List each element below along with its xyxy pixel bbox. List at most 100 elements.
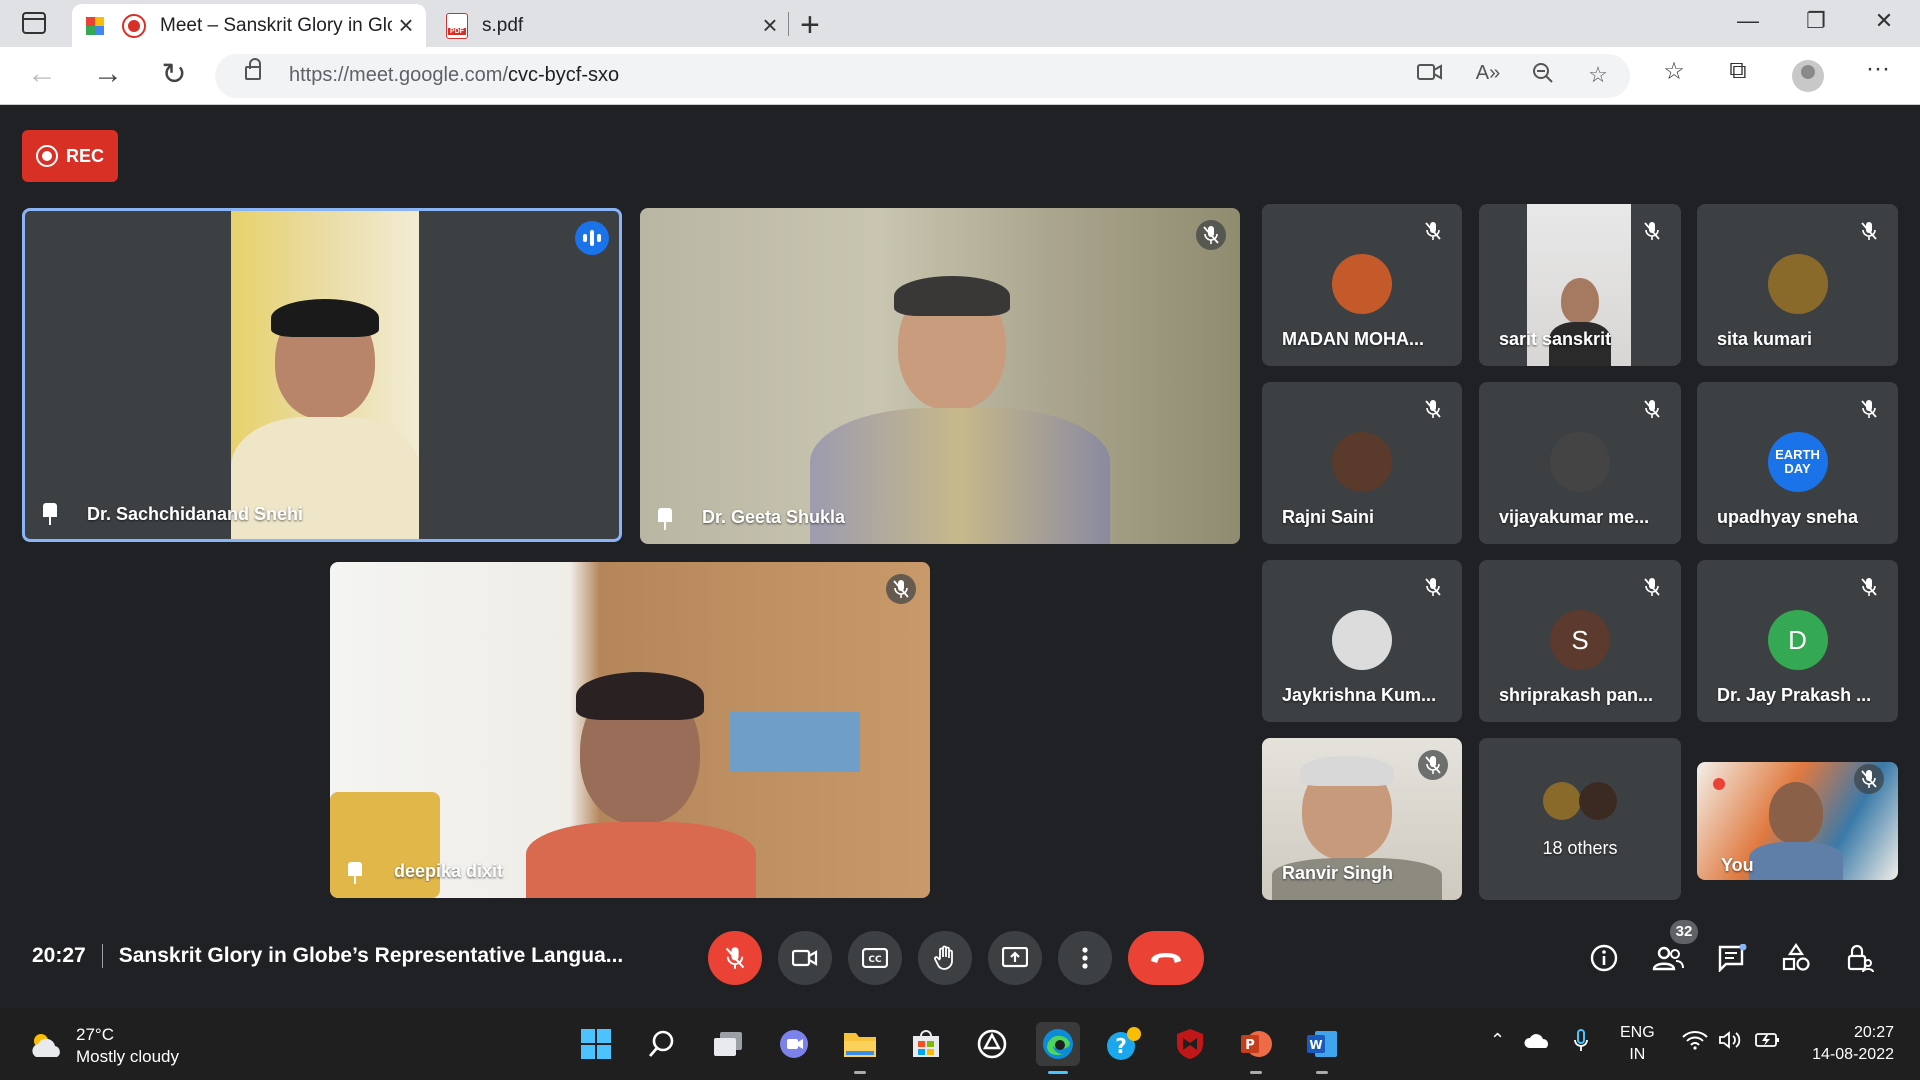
battery-icon[interactable] xyxy=(1754,1030,1782,1055)
meeting-details-button[interactable] xyxy=(1586,940,1622,976)
system-clock[interactable]: 20:27 14-08-2022 xyxy=(1790,1022,1894,1066)
new-tab-icon[interactable]: + xyxy=(800,6,820,45)
restore-icon[interactable]: ❐ xyxy=(1796,8,1836,34)
edge-button[interactable] xyxy=(1036,1022,1080,1074)
participant-tile-main[interactable]: deepika dixit xyxy=(330,562,930,898)
start-button[interactable] xyxy=(574,1022,618,1066)
participant-tile[interactable]: Rajni Saini xyxy=(1262,382,1462,544)
more-options-icon[interactable]: ··· xyxy=(1860,55,1896,83)
participant-tile[interactable]: MADAN MOHA... xyxy=(1262,204,1462,366)
zoom-out-icon[interactable] xyxy=(1528,62,1558,90)
chatgpt-app-button[interactable] xyxy=(970,1022,1014,1066)
cloudy-icon xyxy=(32,1034,60,1057)
show-hidden-icons-icon[interactable]: ⌃ xyxy=(1490,1030,1505,1051)
participant-name: Jaykrishna Kum... xyxy=(1282,685,1437,705)
participant-tile[interactable]: Ranvir Singh xyxy=(1262,738,1462,900)
participant-tile[interactable]: sita kumari xyxy=(1697,204,1898,366)
close-tab-icon[interactable]: × xyxy=(392,10,420,41)
leave-call-button[interactable] xyxy=(1128,931,1204,985)
region-code: IN xyxy=(1629,1046,1646,1063)
chat-button[interactable] xyxy=(1714,940,1750,976)
participant-tile[interactable]: D Dr. Jay Prakash ... xyxy=(1697,560,1898,722)
participant-video xyxy=(231,211,419,539)
host-controls-button[interactable] xyxy=(1842,940,1878,976)
camera-icon[interactable] xyxy=(1415,62,1445,88)
participant-name: deepika dixit xyxy=(394,861,504,881)
help-button[interactable]: ? xyxy=(1102,1022,1146,1066)
store-button[interactable] xyxy=(904,1022,948,1066)
google-meet-icon xyxy=(86,16,108,35)
close-window-icon[interactable]: ✕ xyxy=(1864,8,1904,34)
participant-tile[interactable]: S shriprakash pan... xyxy=(1479,560,1681,722)
onedrive-icon[interactable] xyxy=(1524,1032,1552,1055)
people-button[interactable] xyxy=(1650,940,1686,976)
more-options-button[interactable] xyxy=(1058,931,1112,985)
pin-icon[interactable] xyxy=(43,503,57,525)
profile-avatar[interactable] xyxy=(1792,60,1824,92)
lock-icon[interactable] xyxy=(245,58,261,80)
participant-hair xyxy=(271,299,379,337)
language-code: ENG xyxy=(1620,1024,1655,1041)
participant-tile[interactable]: sarit sanskrit xyxy=(1479,204,1681,366)
present-button[interactable] xyxy=(988,931,1042,985)
pin-icon[interactable] xyxy=(348,862,362,884)
task-view-button[interactable] xyxy=(706,1022,750,1066)
word-button[interactable]: W xyxy=(1300,1022,1344,1074)
volume-icon[interactable] xyxy=(1718,1030,1744,1055)
favorites-icon[interactable]: ☆ xyxy=(1656,57,1692,86)
minimize-icon[interactable]: — xyxy=(1728,8,1768,34)
tab-title: Meet – Sanskrit Glory in Globe's Represe… xyxy=(160,14,392,36)
tab-pdf[interactable]: s.pdf × xyxy=(440,4,790,47)
lock-person-icon xyxy=(1847,944,1874,973)
mcafee-button[interactable] xyxy=(1168,1022,1212,1066)
tab-meet[interactable]: Meet – Sanskrit Glory in Globe's Represe… xyxy=(72,4,426,47)
participant-tile[interactable]: Jaykrishna Kum... xyxy=(1262,560,1462,722)
participant-hair xyxy=(1300,756,1394,786)
address-bar: ← → ↻ https://meet.google.com/cvc-bycf-s… xyxy=(0,47,1920,105)
forward-icon[interactable]: → xyxy=(88,57,128,91)
participant-tile[interactable]: vijayakumar me... xyxy=(1479,382,1681,544)
pin-icon[interactable] xyxy=(658,508,672,530)
participant-body xyxy=(526,822,756,898)
language-indicator[interactable]: ENG IN xyxy=(1620,1022,1655,1066)
captions-button[interactable]: CC xyxy=(848,931,902,985)
collections-icon[interactable]: ⧉ xyxy=(1720,57,1756,85)
raise-hand-button[interactable] xyxy=(918,931,972,985)
camera-button[interactable] xyxy=(778,931,832,985)
recording-indicator[interactable]: REC xyxy=(22,130,118,182)
search-button[interactable] xyxy=(640,1022,684,1066)
participant-avatar xyxy=(1767,254,1828,314)
tab-actions-icon[interactable] xyxy=(22,12,46,34)
edge-icon xyxy=(1043,1029,1073,1059)
participant-tile-main[interactable]: Dr. Sachchidanand Snehi xyxy=(22,208,622,542)
self-tile[interactable]: You xyxy=(1697,762,1898,880)
powerpoint-icon: P xyxy=(1241,1031,1272,1057)
teams-chat-button[interactable] xyxy=(772,1022,816,1066)
microphone-icon[interactable] xyxy=(1572,1028,1590,1059)
participant-hair xyxy=(894,276,1010,316)
participant-tile[interactable]: EARTH DAY upadhyay sneha xyxy=(1697,382,1898,544)
file-explorer-button[interactable] xyxy=(838,1022,882,1074)
url-field[interactable]: https://meet.google.com/cvc-bycf-sxo A» … xyxy=(215,54,1630,98)
meeting-info: 20:27 Sanskrit Glory in Globe’s Represent… xyxy=(32,944,623,969)
muted-mic-icon xyxy=(1854,572,1884,602)
reload-icon[interactable]: ↻ xyxy=(154,57,194,92)
muted-mic-icon xyxy=(886,574,916,604)
participant-tile-main[interactable]: Dr. Geeta Shukla xyxy=(640,208,1240,544)
others-tile[interactable]: 18 others xyxy=(1479,738,1681,900)
participant-name: You xyxy=(1721,855,1754,875)
wifi-icon[interactable] xyxy=(1682,1030,1708,1055)
participant-name: Dr. Geeta Shukla xyxy=(702,507,846,527)
participant-name: sita kumari xyxy=(1717,329,1813,349)
close-tab-icon[interactable]: × xyxy=(756,10,784,41)
back-icon[interactable]: ← xyxy=(22,57,62,91)
participant-avatar-letter: S xyxy=(1550,610,1610,670)
weather-widget[interactable]: 27°C Mostly cloudy xyxy=(28,1024,179,1068)
powerpoint-button[interactable]: P xyxy=(1234,1022,1278,1074)
add-favorite-icon[interactable]: ☆ xyxy=(1583,62,1613,88)
mic-off-button[interactable] xyxy=(708,931,762,985)
activities-button[interactable] xyxy=(1778,940,1814,976)
read-aloud-icon[interactable]: A» xyxy=(1473,62,1503,85)
word-icon: W xyxy=(1307,1031,1337,1057)
hand-icon xyxy=(934,945,953,970)
